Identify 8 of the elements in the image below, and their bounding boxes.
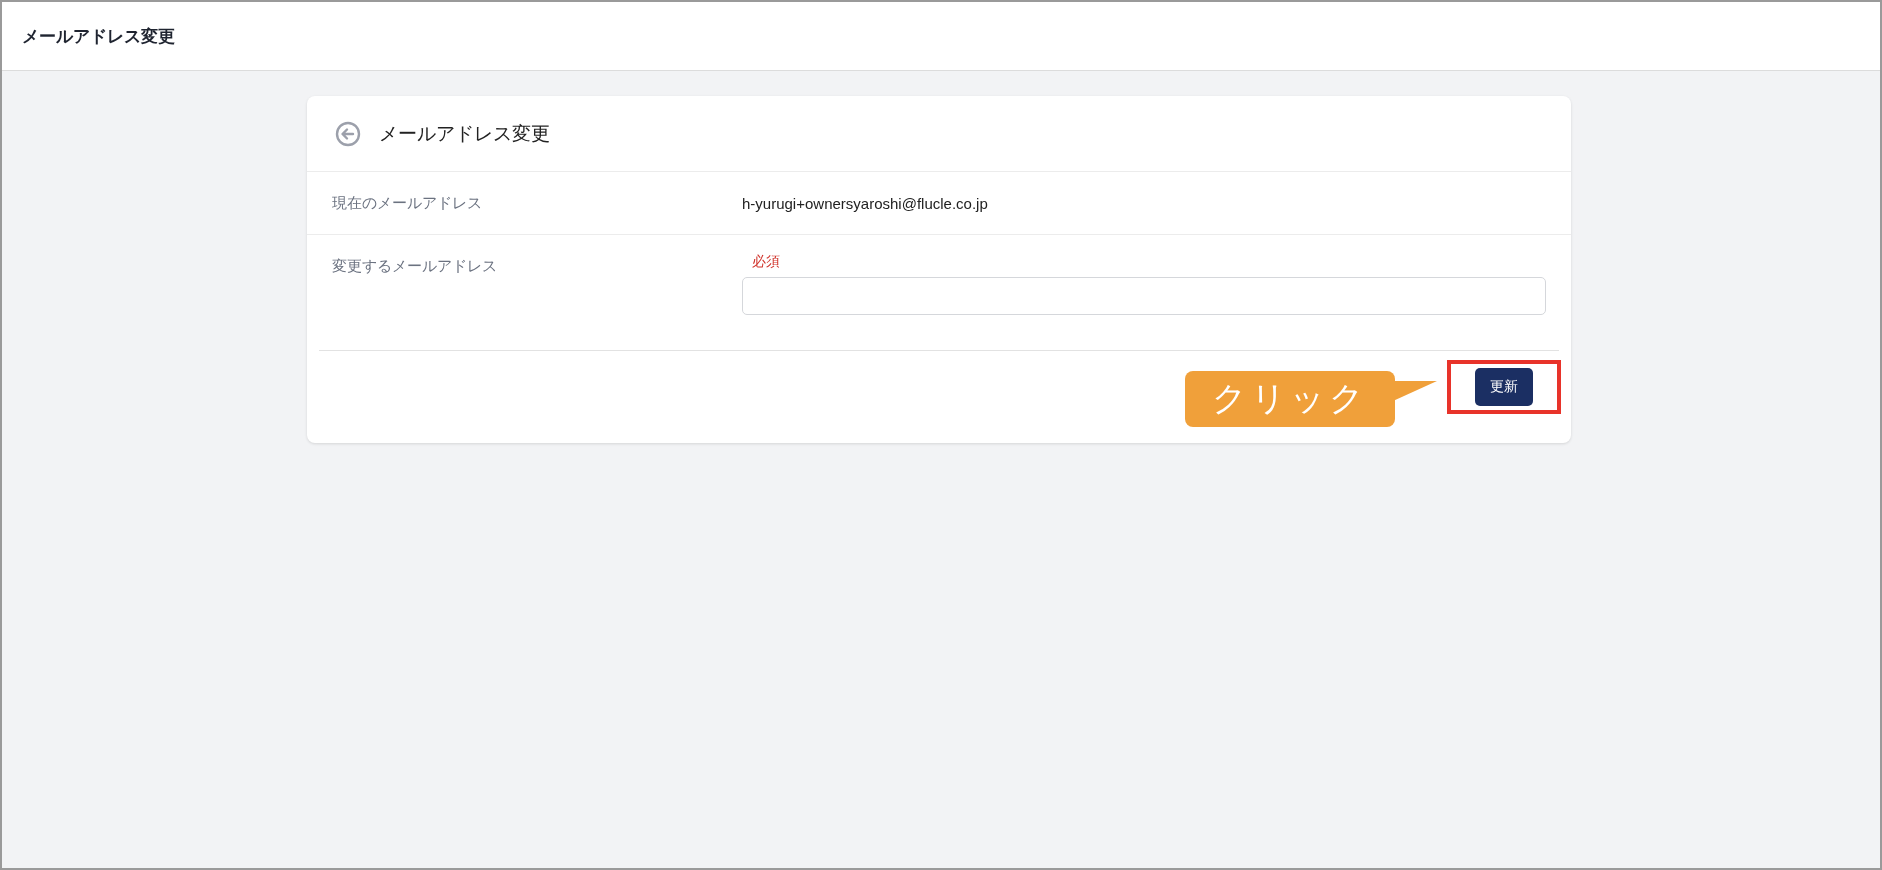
update-button[interactable]: 更新 — [1475, 368, 1533, 406]
required-label: 必須 — [751, 253, 781, 271]
page-title: メールアドレス変更 — [22, 25, 175, 48]
field-label: 変更するメールアドレス — [332, 257, 498, 276]
email-value: h-yurugi+ownersyaroshi@flucle.co.jp — [742, 194, 988, 212]
field-label: 現在のメールアドレス — [332, 193, 483, 213]
card-title: メールアドレス変更 — [379, 121, 550, 146]
callout-label: クリック — [1185, 371, 1395, 427]
